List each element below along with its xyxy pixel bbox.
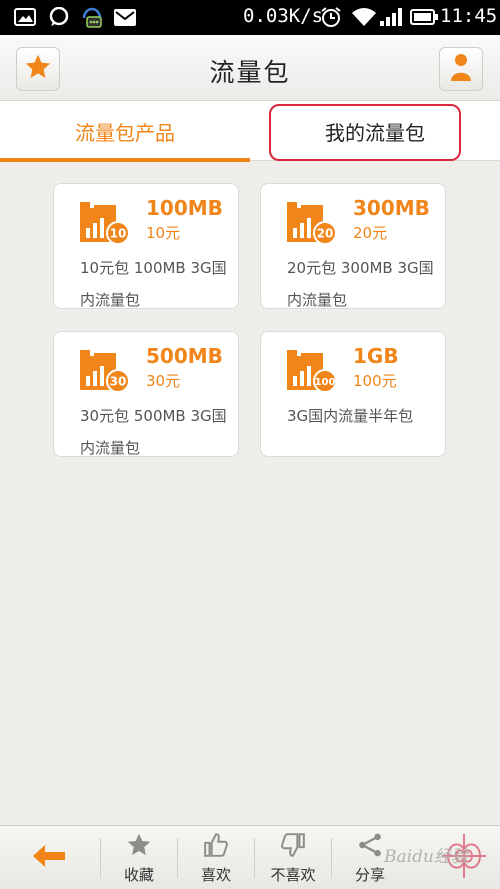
person-icon <box>449 52 473 86</box>
like-label: 喜欢 <box>200 866 231 884</box>
tab-selected-indicator <box>0 158 250 162</box>
data-package-icon: 100 <box>287 350 337 394</box>
robot-icon <box>80 4 104 30</box>
thumbs-down-icon <box>255 832 331 858</box>
svg-text:30: 30 <box>110 375 127 389</box>
signal-icon <box>380 7 402 27</box>
thumbs-up-icon <box>178 832 254 858</box>
data-package-icon: 30 <box>80 350 130 394</box>
package-price: 10元 <box>146 224 181 242</box>
status-bar: 0.03K/s 11:45 <box>0 0 500 35</box>
data-package-icon: 20 <box>287 202 337 246</box>
package-card[interactable]: 30 500MB 30元 30元包 500MB 3G国内流量包 <box>53 331 239 457</box>
collect-button[interactable]: 收藏 <box>101 826 177 889</box>
package-size: 500MB <box>146 344 223 368</box>
watermark-text: Baidu经验 <box>384 847 468 867</box>
page-title: 流量包 <box>209 58 291 87</box>
chat-icon <box>48 7 70 27</box>
package-size: 100MB <box>146 196 223 220</box>
package-price: 30元 <box>146 372 181 390</box>
package-description: 30元包 500MB 3G国内流量包 <box>80 407 227 457</box>
package-description: 20元包 300MB 3G国内流量包 <box>287 259 434 309</box>
clock: 11:45 <box>440 5 498 27</box>
annotation-highlight-box <box>269 104 461 161</box>
like-button[interactable]: 喜欢 <box>178 826 254 889</box>
alarm-icon <box>320 7 342 27</box>
package-description: 10元包 100MB 3G国内流量包 <box>80 259 227 309</box>
image-icon <box>14 7 36 27</box>
mail-icon <box>114 7 136 27</box>
tab-label: 流量包产品 <box>75 120 175 145</box>
dislike-button[interactable]: 不喜欢 <box>255 826 331 889</box>
package-description: 3G国内流量半年包 <box>287 407 414 425</box>
back-arrow-icon <box>33 845 65 871</box>
svg-text:10: 10 <box>110 227 127 241</box>
action-bar: 流量包 <box>0 35 500 101</box>
profile-button[interactable] <box>439 47 483 91</box>
svg-text:20: 20 <box>317 227 334 241</box>
package-card[interactable]: 10 100MB 10元 10元包 100MB 3G国内流量包 <box>53 183 239 309</box>
network-speed: 0.03K/s <box>243 5 324 27</box>
dislike-label: 不喜欢 <box>270 866 316 884</box>
package-card[interactable]: 20 300MB 20元 20元包 300MB 3G国内流量包 <box>260 183 446 309</box>
tab-products[interactable]: 流量包产品 <box>0 101 250 162</box>
svg-text:100: 100 <box>315 377 336 388</box>
package-price: 100元 <box>353 372 397 390</box>
wifi-icon <box>352 7 376 27</box>
collect-label: 收藏 <box>123 866 154 884</box>
star-icon <box>101 832 177 858</box>
data-package-icon: 10 <box>80 202 130 246</box>
back-button[interactable] <box>0 826 98 889</box>
package-size: 1GB <box>353 344 399 368</box>
battery-icon <box>410 7 438 27</box>
package-card[interactable]: 100 1GB 100元 3G国内流量半年包 <box>260 331 446 457</box>
package-price: 20元 <box>353 224 388 242</box>
package-size: 300MB <box>353 196 430 220</box>
